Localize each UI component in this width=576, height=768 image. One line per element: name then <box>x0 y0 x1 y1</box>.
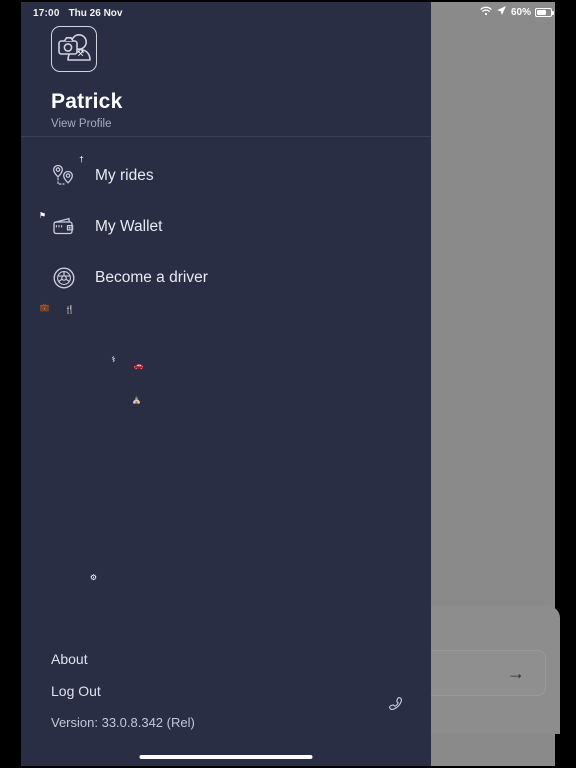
view-profile-link[interactable]: View Profile <box>51 118 431 130</box>
status-bar-date: Thu 26 Nov <box>68 7 123 19</box>
status-bar: 17:00 Thu 26 Nov <box>21 2 431 24</box>
menu-item-label: My rides <box>95 166 154 184</box>
status-bar-right-group: 60% <box>480 4 554 20</box>
menu-item-my-wallet[interactable]: My Wallet <box>21 201 431 252</box>
status-bar-time: 17:00 <box>33 7 60 19</box>
drawer-footer: About Log Out Version: 33.0.8.342 (Rel) <box>21 651 431 730</box>
drawer-menu: My rides My Wallet Become a driver <box>21 150 431 303</box>
arrow-right-icon: → <box>507 663 525 683</box>
logout-link[interactable]: Log Out <box>21 683 431 699</box>
version-label: Version: 33.0.8.342 (Rel) <box>51 715 195 730</box>
profile-header[interactable]: Patrick View Profile <box>21 26 431 130</box>
profile-name: Patrick <box>51 90 123 113</box>
wallet-icon <box>51 213 83 241</box>
device-screen: Wheels Stockport and Cem uth Aquinas Col… <box>0 0 576 768</box>
menu-item-label: Become a driver <box>95 268 208 286</box>
location-arrow-icon <box>496 5 507 19</box>
drawer-divider <box>21 136 431 137</box>
about-link[interactable]: About <box>21 651 431 667</box>
menu-item-label: My Wallet <box>95 217 163 235</box>
wifi-icon <box>480 6 492 19</box>
battery-icon <box>535 7 554 17</box>
battery-percent-label: 60% <box>510 6 531 18</box>
steering-wheel-icon <box>51 264 83 292</box>
menu-item-become-a-driver[interactable]: Become a driver <box>21 252 431 303</box>
